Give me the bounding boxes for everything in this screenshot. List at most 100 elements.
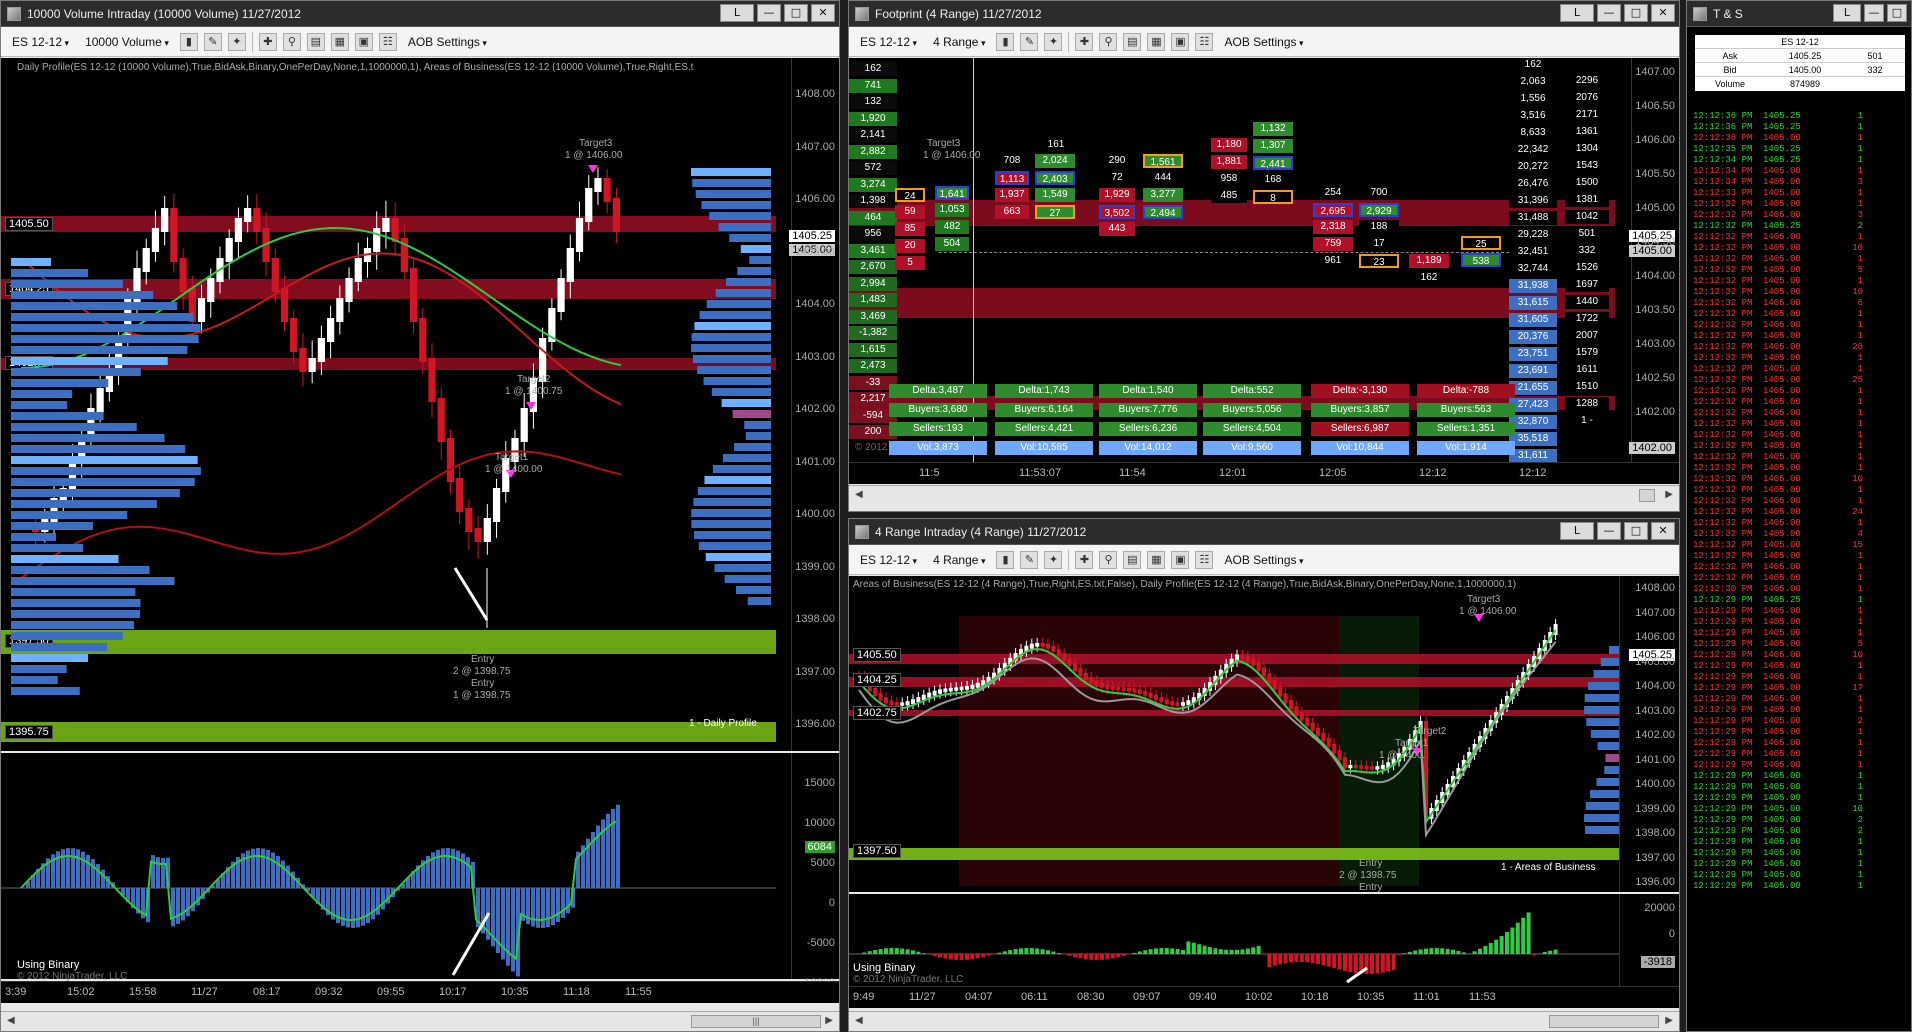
scroll-right-arrow[interactable]: ▶ [1665,1015,1673,1026]
window-title-bar[interactable]: 10000 Volume Intraday (10000 Volume) 11/… [1,1,839,27]
trade-price: 1405.00 [1763,694,1801,704]
pencil-icon[interactable]: ✎ [1020,32,1039,51]
link-button[interactable]: L [1560,4,1594,22]
bar-type-icon[interactable]: ▮ [179,32,198,51]
aob-settings-menu[interactable]: AOB Settings [1219,32,1308,52]
image-icon[interactable]: ▣ [1171,32,1190,51]
scroll-thumb[interactable] [1639,489,1655,502]
horizontal-scrollbar[interactable]: ◀ ||| ▶ [1,1011,839,1031]
maximize-button[interactable]: □ [784,4,808,22]
minimize-button[interactable]: — [1597,4,1621,22]
pencil-icon[interactable]: ✎ [1020,550,1039,569]
window-title-bar[interactable]: T & S L — □ [1687,1,1911,27]
strategy-icon[interactable]: ▦ [330,32,349,51]
maximize-button[interactable]: □ [1887,4,1907,22]
volume-bar [1348,954,1353,973]
candle-body [975,682,980,688]
time-axis[interactable]: 3:39 15:02 15:58 11/27 08:17 09:32 09:55 10:17 1… [1,981,839,1003]
crosshair-icon[interactable]: ✚ [1075,32,1094,51]
indicator-icon[interactable]: ▤ [1123,32,1142,51]
wand-icon[interactable]: ✦ [227,32,246,51]
link-button[interactable]: L [1560,522,1594,540]
instrument-selector[interactable]: ES 12-12 [855,550,922,570]
scroll-right-arrow[interactable]: ▶ [1665,489,1673,500]
image-icon[interactable]: ▣ [1171,550,1190,569]
price-axis[interactable]: 1405.25 1405.00 1402.00 1407.00 1406.50 14… [1629,58,1679,462]
wand-icon[interactable]: ✦ [1044,550,1063,569]
volume-axis[interactable]: 6084 150001000050000-5000-10000 [791,753,839,989]
minimize-button[interactable]: — [1597,522,1621,540]
minimize-button[interactable]: — [757,4,781,22]
candle-body [1073,663,1077,672]
candle-body [1046,643,1050,649]
close-button[interactable]: ✕ [1651,4,1675,22]
trade-size: 1 [1857,496,1863,506]
close-button[interactable]: ✕ [811,4,835,22]
period-selector[interactable]: 4 Range [928,550,990,570]
volume-bar [191,888,195,912]
footprint-chart-panel[interactable]: Target3 1 @ 1406.00 © 2012 NinjaTrader, … [849,58,1679,463]
trade-size: 1 [1857,573,1863,583]
scroll-thumb[interactable]: ||| [691,1015,821,1028]
footprint-right-cell: 8,633 [1509,126,1557,140]
zoom-icon[interactable]: ⚲ [282,32,301,51]
indicator-icon[interactable]: ▤ [306,32,325,51]
volume-bar [894,948,899,954]
scroll-left-arrow[interactable]: ◀ [855,1015,863,1026]
window-title-bar[interactable]: 4 Range Intraday (4 Range) 11/27/2012 L … [849,519,1679,545]
bar-type-icon[interactable]: ▮ [996,32,1015,51]
pencil-icon[interactable]: ✎ [203,32,222,51]
scroll-left-arrow[interactable]: ◀ [7,1015,15,1026]
footprint-volume-cell: 1361 [1565,125,1609,139]
minimize-button[interactable]: — [1864,4,1884,22]
link-button[interactable]: L [720,4,754,22]
price-chart-panel[interactable]: Daily Profile(ES 12-12 (10000 Volume),Tr… [1,58,839,751]
maximize-button[interactable]: □ [1624,522,1648,540]
volume-indicator-panel[interactable]: Using Binary © 2012 NinjaTrader, LLC -39… [849,894,1679,986]
price-axis[interactable]: 1405.25 1408.00 1407.00 1406.00 1405.00 1404… [1619,576,1679,892]
candle-body [456,478,464,512]
properties-icon[interactable]: ☷ [1195,550,1214,569]
horizontal-scrollbar[interactable]: ◀ ▶ [849,1011,1679,1031]
strategy-icon[interactable]: ▦ [1147,32,1166,51]
period-selector[interactable]: 4 Range [928,32,990,52]
instrument-selector[interactable]: ES 12-12 [855,32,922,52]
volume-bar [1029,948,1034,954]
scroll-left-arrow[interactable]: ◀ [855,489,863,500]
close-button[interactable]: ✕ [1651,522,1675,540]
zoom-icon[interactable]: ⚲ [1099,32,1118,51]
scroll-right-arrow[interactable]: ▶ [825,1015,833,1026]
trade-price: 1405.25 [1763,221,1801,231]
link-button[interactable]: L [1833,4,1861,22]
crosshair-icon[interactable]: ✚ [1075,550,1094,569]
indicator-icon[interactable]: ▤ [1123,550,1142,569]
maximize-button[interactable]: □ [1624,4,1648,22]
image-icon[interactable]: ▣ [354,32,373,51]
volume-bar [862,952,867,954]
scroll-thumb[interactable] [1549,1015,1659,1028]
period-selector[interactable]: 10000 Volume [80,32,174,52]
trade-row: 12:12:32 PM 1405.00 1 [1693,518,1911,529]
price-axis[interactable]: 1405.25 1405.00 1408.00 1407.00 1406.00 140… [789,58,839,751]
zoom-icon[interactable]: ⚲ [1099,550,1118,569]
crosshair-icon[interactable]: ✚ [258,32,277,51]
volume-bar [921,953,926,954]
volume-indicator-panel[interactable]: Using Binary © 2012 NinjaTrader, LLC 608… [1,753,839,989]
bar-type-icon[interactable]: ▮ [996,550,1015,569]
aob-settings-menu[interactable]: AOB Settings [1219,550,1308,570]
properties-icon[interactable]: ☷ [1195,32,1214,51]
horizontal-scrollbar[interactable]: ◀ ▶ [849,485,1679,505]
volume-axis[interactable]: -3918 20000 0 [1619,894,1679,986]
properties-icon[interactable]: ☷ [378,32,397,51]
aob-settings-menu[interactable]: AOB Settings [403,32,492,52]
time-and-sales-list[interactable]: 12:12:36 PM 1405.25 1 12:12:36 PM 1405.25 1 12… [1693,111,1911,892]
time-axis[interactable]: 9:49 11/27 04:07 06:11 08:30 09:07 09:40 10:02 1… [849,986,1679,1008]
trade-price: 1405.00 [1763,243,1801,253]
strategy-icon[interactable]: ▦ [1147,550,1166,569]
axis-tick-label: 1399.00 [1635,802,1675,815]
instrument-selector[interactable]: ES 12-12 [7,32,74,52]
price-chart-panel[interactable]: Areas of Business(ES 12-12 (4 Range),Tru… [849,576,1679,893]
time-axis[interactable]: 11:5 11:53:07 11:54 12:01 12:05 12:12 12:12 [849,462,1679,484]
wand-icon[interactable]: ✦ [1044,32,1063,51]
window-title-bar[interactable]: Footprint (4 Range) 11/27/2012 L — □ ✕ [849,1,1679,27]
